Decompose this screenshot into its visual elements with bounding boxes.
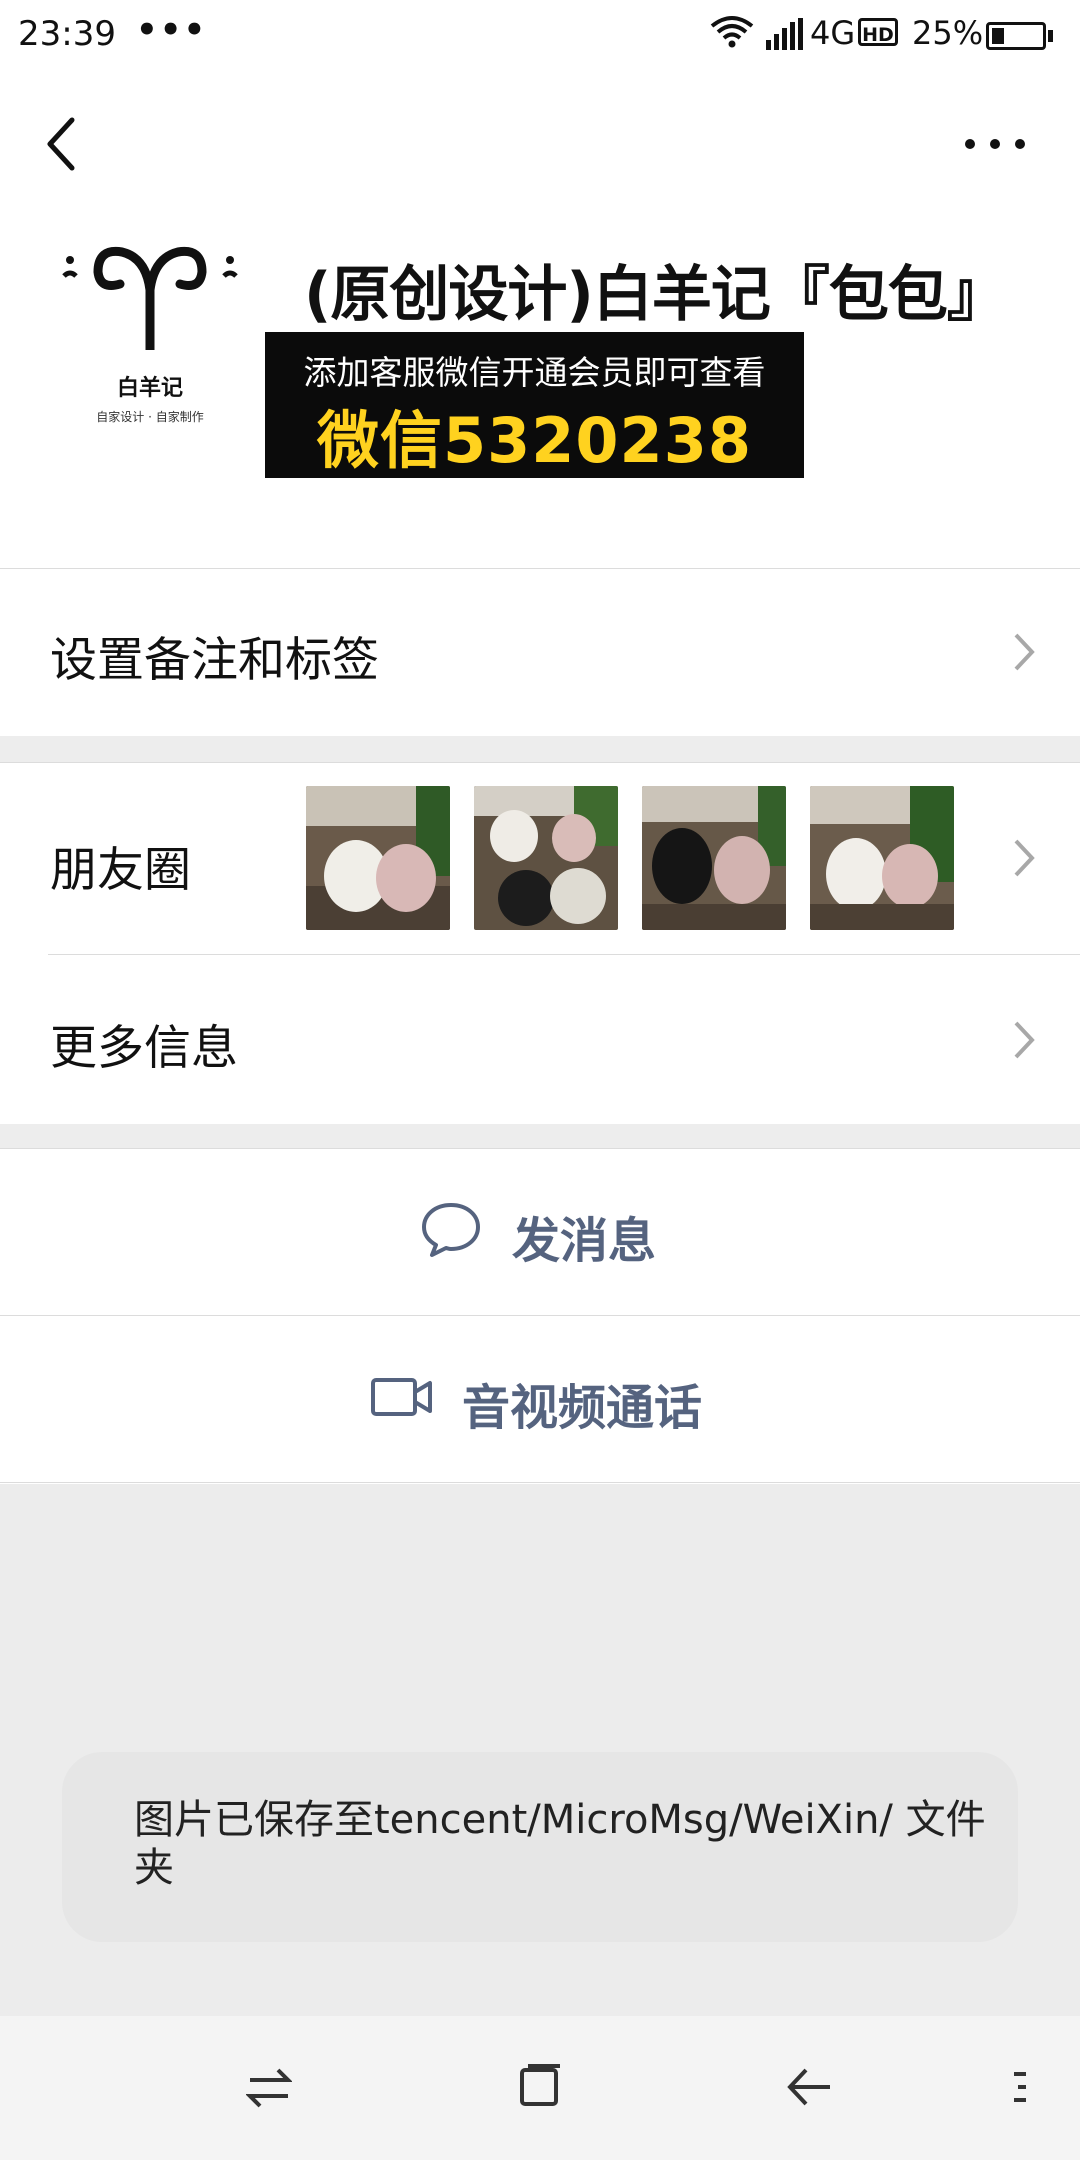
logo-name: 白羊记 <box>116 376 183 401</box>
more-options-button[interactable] <box>960 120 1030 160</box>
chat-bubble-icon <box>422 1203 480 1257</box>
remarks-row[interactable]: 设置备注和标签 <box>0 569 1080 735</box>
chevron-right-icon <box>1014 633 1035 671</box>
section-gap <box>0 736 1080 762</box>
status-time: 23:39 <box>18 14 116 54</box>
video-camera-icon <box>371 1378 432 1416</box>
menu-icon[interactable] <box>1010 2070 1030 2104</box>
video-call-button[interactable]: 音视频通话 <box>0 1316 1080 1482</box>
home-square-icon[interactable] <box>516 2064 562 2110</box>
chevron-right-icon <box>1014 839 1035 877</box>
remarks-label: 设置备注和标签 <box>50 633 379 688</box>
signal-icon <box>766 18 803 50</box>
moments-thumbnail <box>810 786 954 930</box>
section-gap <box>0 1124 1080 1148</box>
video-call-label: 音视频通话 <box>462 1380 703 1436</box>
profile-name: (原创设计)白羊记『包包』 <box>304 260 1007 330</box>
toast-text: 图片已保存至tencent/MicroMsg/WeiXin/ 文件夹 <box>134 1797 986 1891</box>
back-arrow-icon[interactable] <box>786 2064 834 2110</box>
battery-percent: 25% <box>912 14 984 52</box>
toast-notification: 图片已保存至tencent/MicroMsg/WeiXin/ 文件夹 <box>62 1752 1018 1942</box>
moments-thumbnail <box>474 786 618 930</box>
send-message-label: 发消息 <box>512 1213 657 1269</box>
send-message-button[interactable]: 发消息 <box>0 1149 1080 1315</box>
promo-overlay-banner: 添加客服微信开通会员即可查看 微信5320238 <box>265 332 804 478</box>
banner-line-1: 添加客服微信开通会员即可查看 <box>303 353 766 392</box>
more-info-row[interactable]: 更多信息 <box>0 955 1080 1123</box>
moments-thumbnail <box>642 786 786 930</box>
status-more-dots: ••• <box>136 10 208 50</box>
banner-line-2: 微信5320238 <box>317 404 752 477</box>
system-navigation-bar <box>0 2016 1080 2160</box>
battery-icon <box>986 22 1046 50</box>
chevron-right-icon <box>1014 1021 1035 1059</box>
wifi-icon <box>710 16 754 48</box>
network-type: 4G <box>810 14 856 52</box>
moments-thumbnail <box>306 786 450 930</box>
back-button[interactable] <box>38 112 88 176</box>
moments-label: 朋友圈 <box>50 843 191 898</box>
profile-avatar[interactable]: 白羊记 自家设计 · 自家制作 <box>50 230 250 440</box>
status-bar: 23:39 ••• 4G HD 25% <box>0 0 1080 72</box>
hd-badge: HD <box>858 18 898 46</box>
switch-arrows-icon[interactable] <box>246 2066 292 2110</box>
ram-logo-icon <box>62 246 238 350</box>
more-info-label: 更多信息 <box>50 1021 238 1076</box>
battery-nub <box>1048 30 1053 42</box>
logo-subtitle: 自家设计 · 自家制作 <box>96 410 204 424</box>
divider <box>0 1482 1080 1483</box>
